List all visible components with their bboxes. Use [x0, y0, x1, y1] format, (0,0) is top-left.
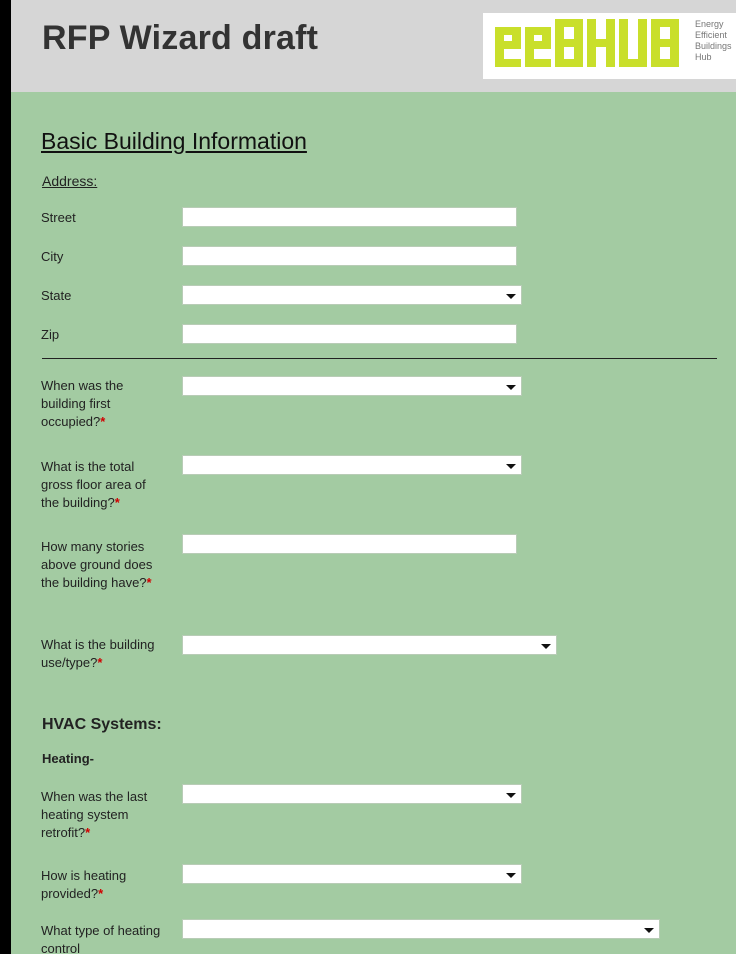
- section-divider: [42, 358, 717, 359]
- heating-control-select[interactable]: [182, 919, 660, 939]
- hvac-heading: HVAC Systems:: [42, 716, 162, 733]
- stories-label: How many stories above ground does the b…: [41, 538, 166, 592]
- chevron-down-icon: [506, 385, 516, 390]
- rfp-form: Basic Building Information Address: Stre…: [11, 92, 736, 954]
- logo-tagline: Energy Efficient Buildings Hub: [695, 19, 732, 63]
- use-type-label: What is the building use/type?*: [41, 636, 166, 672]
- stories-input[interactable]: [182, 534, 517, 554]
- last-retrofit-select[interactable]: [182, 784, 522, 804]
- street-label: Street: [41, 210, 76, 225]
- state-select[interactable]: [182, 285, 522, 305]
- section-title: Basic Building Information: [41, 128, 307, 154]
- gross-floor-area-label: What is the total gross floor area of th…: [41, 458, 166, 512]
- chevron-down-icon: [506, 793, 516, 798]
- street-input[interactable]: [182, 207, 517, 227]
- heating-heading: Heating-: [42, 751, 94, 766]
- chevron-down-icon: [644, 928, 654, 933]
- required-marker: *: [85, 825, 91, 840]
- heating-provided-text: How is heating provided?: [41, 868, 127, 901]
- required-marker: *: [98, 886, 104, 901]
- logo-tagline-line: Hub: [695, 52, 712, 62]
- required-marker: *: [114, 495, 120, 510]
- chevron-down-icon: [506, 464, 516, 469]
- city-input[interactable]: [182, 246, 517, 266]
- gross-floor-area-text: What is the total gross floor area of th…: [41, 459, 146, 510]
- first-occupied-label: When was the building first occupied?*: [41, 377, 166, 431]
- stories-text: How many stories above ground does the b…: [41, 539, 153, 590]
- eebhub-logo: Energy Efficient Buildings Hub: [483, 13, 736, 79]
- last-retrofit-text: When was the last heating system retrofi…: [41, 789, 148, 840]
- city-label: City: [41, 249, 64, 264]
- chevron-down-icon: [506, 294, 516, 299]
- chevron-down-icon: [506, 873, 516, 878]
- heating-provided-select[interactable]: [182, 864, 522, 884]
- first-occupied-select[interactable]: [182, 376, 522, 396]
- zip-input[interactable]: [182, 324, 517, 344]
- logo-tagline-line: Buildings: [695, 41, 732, 51]
- page-title: RFP Wizard draft: [42, 19, 319, 57]
- address-heading: Address:: [42, 173, 98, 189]
- required-marker: *: [100, 414, 106, 429]
- heating-provided-label: How is heating provided?*: [41, 867, 166, 903]
- state-label: State: [41, 288, 72, 303]
- logo-tagline-line: Efficient: [695, 30, 727, 40]
- zip-label: Zip: [41, 327, 60, 342]
- page-header: RFP Wizard draft Energy Efficient Buildi…: [11, 0, 736, 92]
- heating-control-label: What type of heating control: [41, 923, 161, 954]
- chevron-down-icon: [541, 644, 551, 649]
- last-retrofit-label: When was the last heating system retrofi…: [41, 788, 166, 842]
- gross-floor-area-select[interactable]: [182, 455, 522, 475]
- logo-tagline-line: Energy: [695, 19, 724, 29]
- use-type-select[interactable]: [182, 635, 557, 655]
- first-occupied-text: When was the building first occupied?: [41, 378, 124, 429]
- required-marker: *: [97, 655, 103, 670]
- required-marker: *: [146, 575, 152, 590]
